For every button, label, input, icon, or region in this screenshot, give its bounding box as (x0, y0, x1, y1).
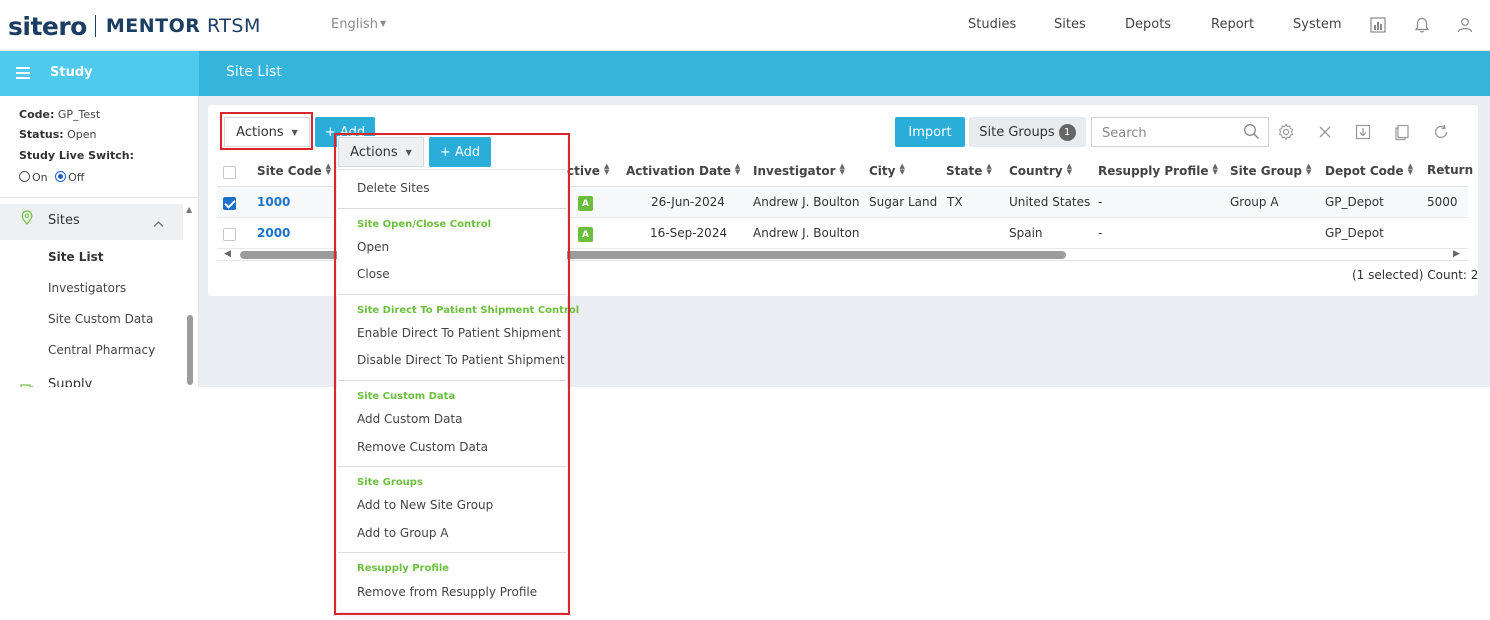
investigator: Andrew J. Boulton (753, 195, 860, 209)
sort-icon: ▲ ▼ (1407, 162, 1414, 176)
nav-system[interactable]: System (1293, 17, 1341, 32)
column-investigator[interactable]: Investigator ▲ ▼ (753, 162, 845, 179)
sidebar-item-site-custom-data[interactable]: Site Custom Data (48, 312, 153, 326)
truck-icon (20, 379, 36, 387)
column-site-group[interactable]: Site Group ▲ ▼ (1230, 162, 1312, 179)
search-input[interactable] (1102, 124, 1242, 142)
depot-code: GP_Depot (1325, 195, 1384, 209)
bell-icon[interactable] (1411, 14, 1433, 36)
study-code: Code: GP_Test (19, 108, 101, 121)
radio-off-label: Off (68, 171, 85, 184)
study-live-switch-label: Study Live Switch: (19, 149, 134, 162)
resupply-profile: - (1098, 195, 1103, 209)
user-icon[interactable] (1454, 14, 1476, 36)
page-title: Site List (226, 64, 282, 80)
logo: sitero MENTOR RTSM (8, 10, 261, 42)
site-group: Group A (1230, 195, 1279, 209)
logo-divider (94, 15, 96, 37)
nav-report[interactable]: Report (1211, 17, 1254, 32)
product-name: MENTOR RTSM (105, 15, 261, 37)
column-city[interactable]: City ▲ ▼ (869, 162, 905, 179)
nav-sites[interactable]: Sites (1054, 17, 1086, 32)
column-resupply-profile[interactable]: Resupply Profile ▲ ▼ (1098, 162, 1218, 179)
activation-date: 26-Jun-2024 (651, 195, 725, 209)
resupply-profile: - (1098, 226, 1103, 240)
column-activation-date[interactable]: Activation Date ▲ ▼ (626, 162, 741, 179)
chart-icon[interactable] (1367, 14, 1389, 36)
investigator: Andrew J. Boulton (753, 226, 860, 240)
sort-icon: ▲ ▼ (734, 162, 741, 176)
highlight-actions-dropdown (334, 133, 570, 615)
activation-date: 16-Sep-2024 (650, 226, 728, 240)
city: Sugar Land (869, 195, 938, 209)
column-active[interactable]: ctive ▲ ▼ (567, 162, 610, 179)
site-code-link[interactable]: 1000 (257, 195, 290, 209)
sort-icon: ▲ ▼ (603, 162, 610, 176)
caret-down-icon: ▼ (379, 19, 387, 28)
state: TX (947, 195, 963, 209)
chevron-down-icon[interactable] (153, 380, 164, 387)
column-site-code[interactable]: Site Code ▲ ▼ (257, 162, 331, 179)
country: United States (1009, 195, 1091, 209)
search-icon[interactable] (1243, 123, 1260, 144)
site-code-link[interactable]: 2000 (257, 226, 290, 240)
column-return[interactable]: Return (1427, 163, 1473, 177)
sidebar-item-central-pharmacy[interactable]: Central Pharmacy (48, 343, 155, 357)
chevron-up-icon[interactable] (153, 213, 164, 232)
radio-on[interactable] (19, 171, 30, 182)
active-status-badge: A (578, 196, 593, 211)
refresh-icon[interactable] (1431, 122, 1451, 142)
site-groups-button[interactable]: Site Groups 1 (969, 117, 1086, 147)
download-icon[interactable] (1353, 122, 1373, 142)
close-icon[interactable] (1315, 122, 1335, 142)
sort-icon: ▲ ▼ (839, 162, 845, 176)
location-pin-icon (21, 210, 33, 229)
sort-icon: ▲ ▼ (1305, 162, 1312, 176)
column-depot-code[interactable]: Depot Code ▲ ▼ (1325, 162, 1414, 179)
sort-icon: ▲ ▼ (899, 162, 905, 176)
sidebar-scrollbar[interactable] (187, 315, 193, 385)
sidebar-divider (0, 197, 198, 198)
sidebar-section-supply[interactable]: Supply (48, 377, 92, 387)
sidebar-title: Study (50, 65, 93, 80)
copy-icon[interactable] (1392, 122, 1412, 142)
scroll-left-arrow-icon[interactable]: ◀ (224, 249, 231, 259)
site-groups-count-badge: 1 (1058, 123, 1076, 141)
country: Spain (1009, 226, 1043, 240)
sort-icon: ▲ ▼ (325, 162, 331, 176)
page-header (199, 51, 1490, 96)
column-state[interactable]: State ▲ ▼ (946, 162, 992, 179)
study-status: Status: Open (19, 128, 97, 141)
nav-studies[interactable]: Studies (968, 17, 1016, 32)
sidebar-item-investigators[interactable]: Investigators (48, 281, 126, 295)
select-all-checkbox[interactable] (223, 166, 236, 179)
radio-off[interactable] (55, 171, 67, 182)
scroll-right-arrow-icon[interactable]: ▶ (1453, 249, 1460, 259)
row-checkbox[interactable] (223, 197, 236, 210)
scroll-up-arrow-icon[interactable]: ▲ (186, 205, 192, 214)
row-checkbox[interactable] (223, 228, 236, 241)
sort-icon: ▲ ▼ (1212, 162, 1218, 176)
selection-count: (1 selected) Count: 2 (1352, 268, 1479, 282)
active-status-badge: A (578, 227, 593, 242)
sort-icon: ▲ ▼ (986, 162, 992, 176)
sort-icon: ▲ ▼ (1066, 162, 1073, 176)
hamburger-menu-icon[interactable] (16, 67, 30, 82)
highlight-actions-button (220, 112, 313, 150)
nav-depots[interactable]: Depots (1125, 17, 1171, 32)
import-button[interactable]: Import (895, 117, 965, 147)
radio-on-label: On (32, 171, 48, 184)
live-switch-radios: On Off (19, 171, 84, 184)
sidebar-section-sites-label: Sites (48, 213, 80, 228)
search-box (1091, 117, 1269, 147)
column-country[interactable]: Country ▲ ▼ (1009, 162, 1073, 179)
page: sitero MENTOR RTSM English ▼ Studies Site… (0, 0, 1490, 620)
language-selector[interactable]: English ▼ (331, 17, 386, 32)
sidebar: Code: GP_Test Status: Open Study Live Sw… (0, 96, 199, 387)
return-value: 5000 (1427, 195, 1458, 209)
sidebar-item-site-list[interactable]: Site List (48, 250, 103, 264)
depot-code: GP_Depot (1325, 226, 1384, 240)
gear-icon[interactable] (1276, 122, 1296, 142)
brand-name: sitero (8, 11, 87, 41)
